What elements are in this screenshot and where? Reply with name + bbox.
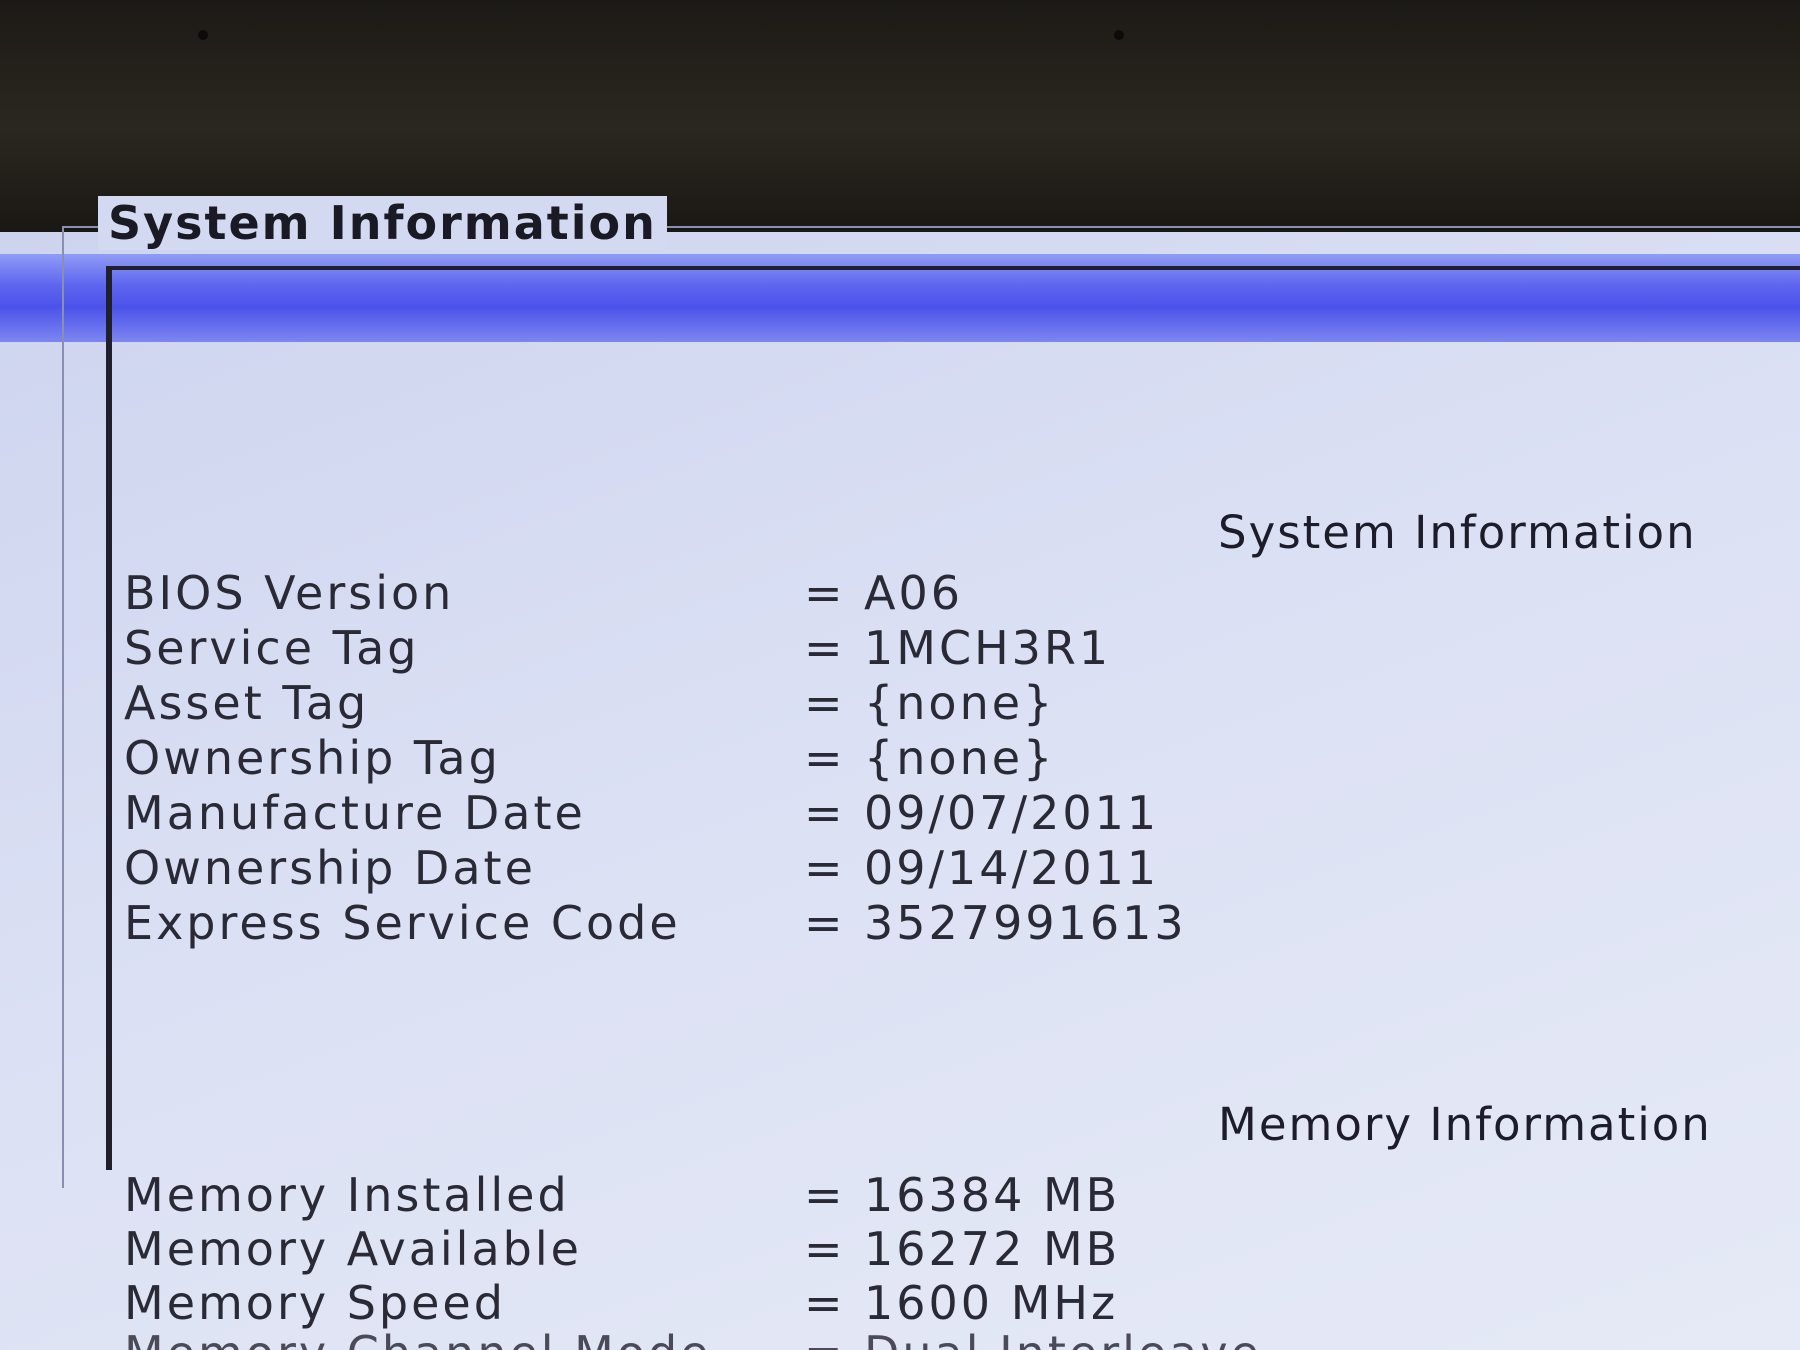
bezel-dot-left	[198, 30, 208, 40]
row-value: {none}	[864, 731, 1056, 785]
row-label: Ownership Date	[124, 841, 536, 895]
row-label: Service Tag	[124, 621, 420, 675]
row-value: 09/14/2011	[864, 841, 1160, 895]
row-label: BIOS Version	[124, 566, 455, 620]
row-label: Memory Installed	[124, 1168, 570, 1222]
row-value: 3527991613	[864, 896, 1187, 950]
row-label: Memory Speed	[124, 1276, 506, 1330]
row-label: Manufacture Date	[124, 786, 586, 840]
row-separator: =	[804, 731, 846, 785]
row-value: 1600 MHz	[864, 1276, 1119, 1330]
row-memory-speed: Memory Speed = 1600 MHz	[124, 1276, 1524, 1330]
row-value: 16384 MB	[864, 1168, 1121, 1222]
row-value: A06	[864, 566, 964, 620]
row-asset-tag: Asset Tag = {none}	[124, 676, 1524, 730]
row-separator: =	[804, 1326, 846, 1350]
row-express-service-code: Express Service Code = 3527991613	[124, 896, 1524, 950]
row-ownership-date: Ownership Date = 09/14/2011	[124, 841, 1524, 895]
row-label: Memory Available	[124, 1222, 582, 1276]
group-title: System Information	[98, 196, 667, 250]
row-separator: =	[804, 896, 846, 950]
bezel-dot-center	[1114, 30, 1124, 40]
row-label: Express Service Code	[124, 896, 681, 950]
row-memory-installed: Memory Installed = 16384 MB	[124, 1168, 1524, 1222]
row-value: 1MCH3R1	[864, 621, 1112, 675]
row-separator: =	[804, 676, 846, 730]
row-manufacture-date: Manufacture Date = 09/07/2011	[124, 786, 1524, 840]
row-value: Dual Interleave	[864, 1326, 1262, 1350]
row-service-tag: Service Tag = 1MCH3R1	[124, 621, 1524, 675]
system-information-header: System Information	[1218, 506, 1697, 559]
row-bios-version: BIOS Version = A06	[124, 566, 1524, 620]
row-memory-channel-mode: Memory Channel Mode = Dual Interleave	[124, 1326, 1524, 1350]
row-memory-available: Memory Available = 16272 MB	[124, 1222, 1524, 1276]
row-separator: =	[804, 1222, 846, 1276]
row-label: Ownership Tag	[124, 731, 501, 785]
row-separator: =	[804, 1276, 846, 1330]
row-label: Asset Tag	[124, 676, 370, 730]
row-ownership-tag: Ownership Tag = {none}	[124, 731, 1524, 785]
row-value: {none}	[864, 676, 1056, 730]
row-separator: =	[804, 621, 846, 675]
row-separator: =	[804, 1168, 846, 1222]
row-separator: =	[804, 841, 846, 895]
row-value: 16272 MB	[864, 1222, 1121, 1276]
row-value: 09/07/2011	[864, 786, 1160, 840]
row-separator: =	[804, 786, 846, 840]
memory-information-header: Memory Information	[1218, 1098, 1712, 1151]
row-separator: =	[804, 566, 846, 620]
row-label: Memory Channel Mode	[124, 1326, 712, 1350]
